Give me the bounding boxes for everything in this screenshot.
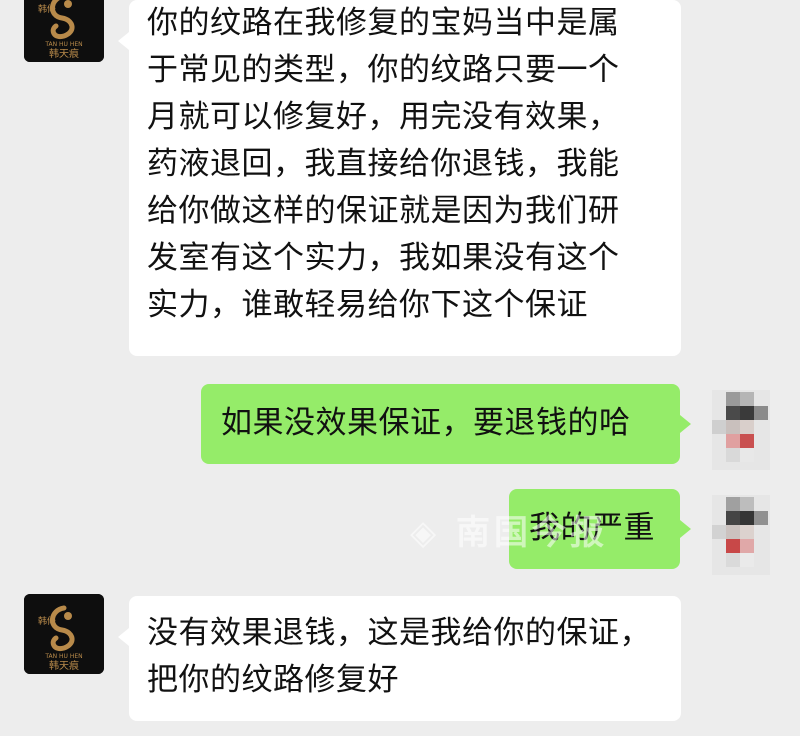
message-bubble-incoming[interactable]: 没有效果退钱，这是我给你的保证， 把你的纹路修复好 (129, 596, 681, 721)
brand-logo-icon: 韩修 TAN HU HEN 韩天痕 (24, 594, 104, 674)
chat-conversation: 韩修 TAN HU HEN 韩天痕 你的纹路在我修复的宝妈当中是属 于常见的类型… (0, 0, 800, 736)
message-bubble-outgoing[interactable]: 如果没效果保证，要退钱的哈 (201, 384, 680, 464)
avatar-brand-text: 韩天痕 (49, 659, 79, 672)
message-line: 实力，谁敢轻易给你下这个保证 (147, 287, 588, 323)
bubble-tail (118, 628, 129, 646)
message-bubble-outgoing[interactable]: 我的严重 (509, 489, 680, 569)
bubble-tail (680, 415, 691, 433)
avatar-top-text: 韩修 (38, 615, 56, 627)
user-avatar[interactable] (712, 390, 770, 470)
bubble-tail (680, 520, 691, 538)
merchant-avatar[interactable]: 韩修 TAN HU HEN 韩天痕 (24, 0, 104, 62)
message-line: 给你做这样的保证就是因为我们研 (147, 193, 620, 229)
message-line: 发室有这个实力，我如果没有这个 (147, 240, 620, 276)
message-line: 你的纹路在我修复的宝妈当中是属 (147, 5, 620, 41)
brand-logo-icon: 韩修 TAN HU HEN 韩天痕 (24, 0, 104, 62)
message-bubble-incoming[interactable]: 你的纹路在我修复的宝妈当中是属 于常见的类型，你的纹路只要一个 月就可以修复好，… (129, 0, 681, 356)
message-line: 我的严重 (529, 510, 655, 546)
message-line: 如果没效果保证，要退钱的哈 (221, 405, 631, 441)
avatar-top-text: 韩修 (38, 3, 56, 15)
message-line: 药液退回，我直接给你退钱，我能 (147, 146, 620, 182)
message-line: 月就可以修复好，用完没有效果， (147, 99, 620, 135)
user-avatar[interactable] (712, 495, 770, 575)
avatar-sub-text: TAN HU HEN (44, 41, 82, 48)
message-line: 于常见的类型，你的纹路只要一个 (147, 52, 620, 88)
pixelated-avatar-icon (712, 390, 770, 470)
bubble-tail (118, 32, 129, 50)
merchant-avatar[interactable]: 韩修 TAN HU HEN 韩天痕 (24, 594, 104, 674)
pixelated-avatar-icon (712, 495, 770, 575)
avatar-brand-text: 韩天痕 (49, 47, 79, 60)
message-line: 把你的纹路修复好 (147, 662, 399, 698)
message-line: 没有效果退钱，这是我给你的保证， (147, 615, 651, 651)
avatar-sub-text: TAN HU HEN (44, 653, 82, 660)
